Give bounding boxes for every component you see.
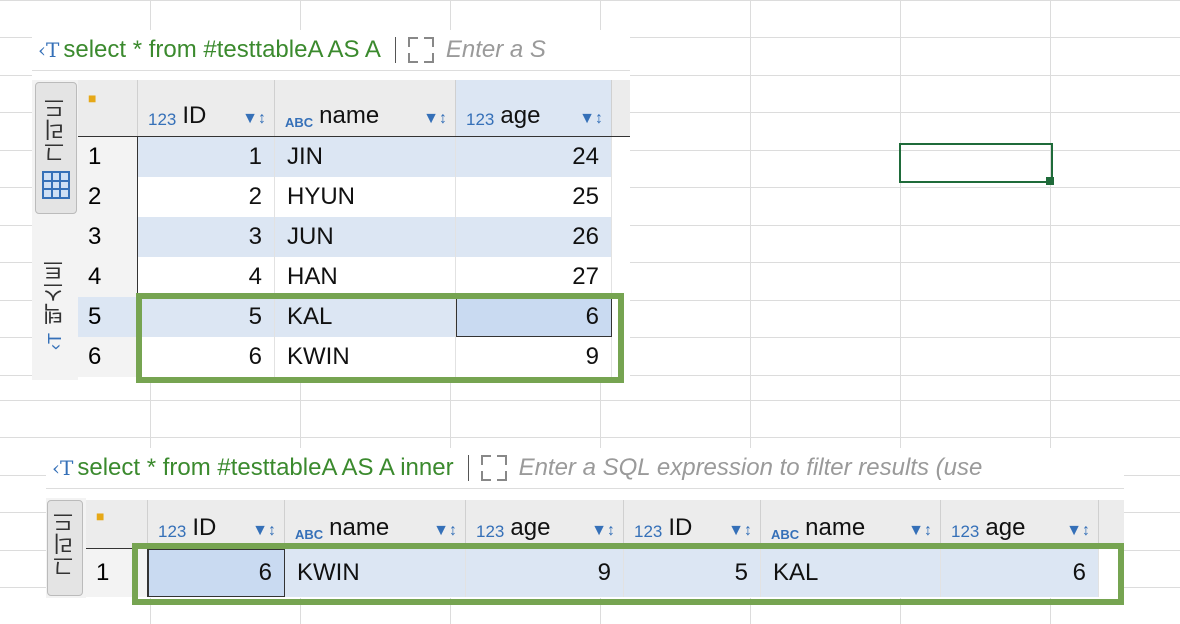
row-number[interactable]: 6	[78, 337, 138, 377]
grid-line	[0, 400, 1180, 401]
column-name: age	[985, 514, 1026, 541]
cell-id[interactable]: 1	[138, 137, 275, 177]
grid-icon	[42, 171, 70, 199]
column-name: ID	[192, 514, 217, 541]
filter-sort-icon[interactable]: ▼↕	[423, 110, 447, 128]
column-name: name	[805, 514, 866, 541]
table-row[interactable]: 3 3 JUN 26	[78, 217, 612, 257]
sql-text-icon: ‹T	[52, 456, 74, 480]
separator	[394, 37, 396, 63]
active-spreadsheet-cell[interactable]	[899, 143, 1053, 183]
column-header-name[interactable]: ABC name ▼↕	[275, 80, 456, 136]
numeric-type-icon: 123	[951, 522, 980, 541]
row-number[interactable]: 5	[78, 297, 138, 337]
text-type-icon: ABC	[771, 527, 800, 542]
column-header-id[interactable]: 123 ID ▼↕	[138, 80, 275, 136]
fill-handle[interactable]	[1046, 177, 1054, 185]
grid-line	[0, 0, 1180, 1]
filter-sort-icon[interactable]: ▼↕	[728, 522, 752, 540]
cell-age[interactable]: 25	[456, 177, 612, 217]
expand-icon[interactable]	[406, 35, 436, 65]
filter-sort-icon[interactable]: ▼↕	[1066, 522, 1090, 540]
column-header-name-2[interactable]: ABC name ▼↕	[761, 500, 941, 548]
tab-text[interactable]: 텍스트 ‹T	[35, 250, 75, 360]
tab-grid[interactable]: 그리드	[35, 82, 77, 214]
column-header-id[interactable]: 123 ID ▼↕	[148, 500, 285, 548]
filter-sort-icon[interactable]: ▼↕	[252, 522, 276, 540]
cell-age[interactable]: 26	[456, 217, 612, 257]
tab-text-label: 텍스트	[42, 258, 67, 325]
numeric-type-icon: 123	[476, 522, 505, 541]
tab-grid-label: 그리드	[52, 511, 77, 577]
column-name: name	[329, 514, 390, 541]
query-text: select * from #testtableA AS A	[63, 36, 381, 63]
filter-input[interactable]: Enter a SQL expression to filter results…	[519, 454, 983, 482]
column-header-id-2[interactable]: 123 ID ▼↕	[624, 500, 761, 548]
cell-name[interactable]: HAN	[275, 257, 456, 297]
cell-id[interactable]: 3	[138, 217, 275, 257]
lock-icon: ■	[86, 500, 148, 548]
filter-bar[interactable]: ‹T select * from #testtableA AS A inner …	[46, 448, 1124, 489]
column-name: age	[500, 102, 541, 129]
filter-sort-icon[interactable]: ▼↕	[908, 522, 932, 540]
table-header: ■ 123 ID ▼↕ ABC name ▼↕ 123 age ▼↕	[78, 80, 630, 137]
cell-name[interactable]: JIN	[275, 137, 456, 177]
highlight-box	[132, 543, 1124, 605]
separator	[467, 455, 469, 481]
cell-id[interactable]: 4	[138, 257, 275, 297]
numeric-type-icon: 123	[466, 110, 495, 129]
sql-text-icon: ‹T	[38, 38, 60, 62]
column-header-age[interactable]: 123 age ▼↕	[456, 80, 612, 136]
row-number[interactable]: 2	[78, 177, 138, 217]
cell-age[interactable]: 24	[456, 137, 612, 177]
table-row[interactable]: 4 4 HAN 27	[78, 257, 612, 297]
row-number[interactable]: 4	[78, 257, 138, 297]
column-name: name	[319, 102, 380, 129]
tab-grid[interactable]: 그리드	[47, 500, 83, 596]
column-name: ID	[668, 514, 693, 541]
filter-sort-icon[interactable]: ▼↕	[579, 110, 603, 128]
column-header-age-2[interactable]: 123 age ▼↕	[941, 500, 1099, 548]
text-type-icon: ABC	[285, 115, 314, 130]
table-row[interactable]: 2 2 HYUN 25	[78, 177, 612, 217]
cell-id[interactable]: 2	[138, 177, 275, 217]
grid-line	[0, 437, 1180, 438]
cell-name[interactable]: HYUN	[275, 177, 456, 217]
tab-grid-label: 그리드	[43, 97, 68, 163]
column-name: ID	[182, 102, 207, 129]
cell-age[interactable]: 27	[456, 257, 612, 297]
lock-icon: ■	[78, 80, 138, 136]
filter-sort-icon[interactable]: ▼↕	[433, 522, 457, 540]
column-header-age[interactable]: 123 age ▼↕	[466, 500, 624, 548]
filter-input[interactable]: Enter a S	[446, 36, 546, 64]
expand-icon[interactable]	[479, 453, 509, 483]
text-icon: ‹T	[44, 332, 65, 350]
table-row[interactable]: 1 1 JIN 24	[78, 137, 612, 177]
text-type-icon: ABC	[295, 527, 324, 542]
column-header-name[interactable]: ABC name ▼↕	[285, 500, 466, 548]
filter-sort-icon[interactable]: ▼↕	[591, 522, 615, 540]
row-number[interactable]: 1	[78, 137, 138, 177]
table-header: ■ 123 ID ▼↕ ABC name ▼↕ 123 age ▼↕ 123 I…	[86, 500, 1124, 549]
cell-name[interactable]: JUN	[275, 217, 456, 257]
column-name: age	[510, 514, 551, 541]
numeric-type-icon: 123	[158, 522, 187, 541]
filter-bar[interactable]: ‹T select * from #testtableA AS A Enter …	[32, 30, 630, 71]
query-text: select * from #testtableA AS A inner	[77, 454, 454, 481]
filter-sort-icon[interactable]: ▼↕	[242, 110, 266, 128]
highlight-box	[136, 293, 624, 383]
row-number[interactable]: 3	[78, 217, 138, 257]
numeric-type-icon: 123	[148, 110, 177, 129]
numeric-type-icon: 123	[634, 522, 663, 541]
